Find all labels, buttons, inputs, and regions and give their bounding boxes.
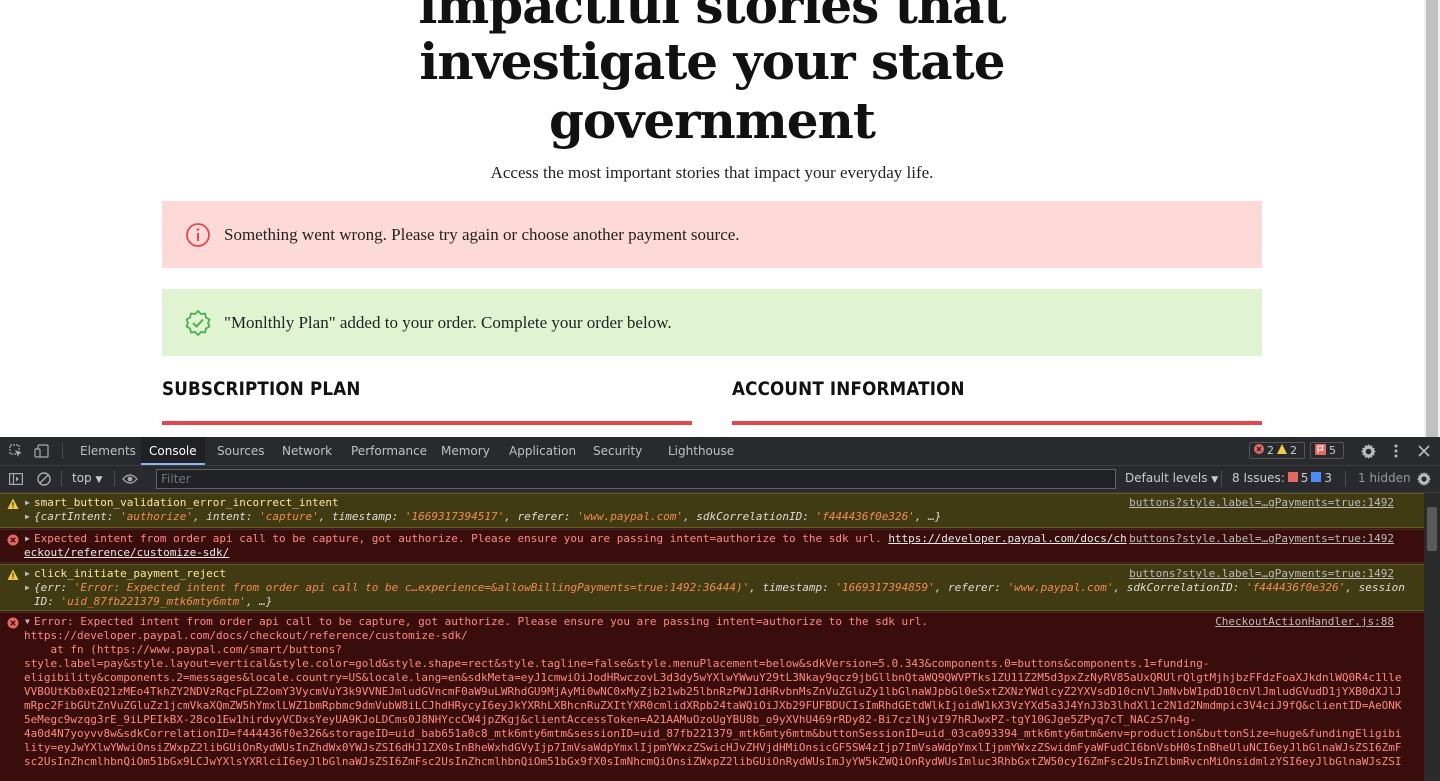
warning-object-preview[interactable]: {err: 'Error: Expected intent from order… [34,581,1405,595]
tab-network[interactable]: Network [274,437,340,465]
alert-circle-icon [184,221,212,249]
hero-title-line-1: impactful stories that [418,0,1006,35]
success-alert: "Monlthly Plan" added to your order. Com… [162,289,1262,356]
error-icon [1254,444,1264,457]
issue-count: 5 [1329,444,1336,457]
warning-object-preview[interactable]: {cartIntent: 'authorize', intent: 'captu… [34,510,941,524]
issues-label: 8 Issues: [1232,471,1285,485]
console-filter-input[interactable] [156,469,1116,489]
verified-badge-icon [184,309,212,337]
issue-info-icon [1311,471,1322,485]
sidebar-toggle-icon[interactable] [8,471,24,487]
log-levels-label: Default levels [1125,471,1208,485]
error-icon [7,617,19,629]
error-warning-counter[interactable]: 2 2 [1249,442,1305,459]
tab-console[interactable]: Console [141,437,205,465]
expand-triangle-icon[interactable]: ▶ [25,569,30,578]
issue-error-flag-icon [1287,471,1298,485]
stack-line[interactable]: 4a0d4N7yoyvv8w&sdkCorrelationID=f444436f… [24,727,1402,741]
message-source-link[interactable]: buttons?style.label=…gPayments=true:1492 [1129,567,1394,580]
tab-performance[interactable]: Performance [343,437,435,465]
web-page: impactful stories that investigate your … [0,0,1424,437]
error-message-link-continued[interactable]: eckout/reference/customize-sdk/ [24,546,229,560]
tab-lighthouse[interactable]: Lighthouse [660,437,742,465]
console-error-message[interactable]: ▶ Expected intent from order api call to… [0,529,1424,563]
console-scrollbar[interactable] [1424,493,1440,781]
issue-flag-icon [1315,443,1326,458]
error-alert: Something went wrong. Please try again o… [162,201,1262,268]
stack-line[interactable]: VVBOUtKb0xEQ21zMEo4TkhZY2NDVzRqcFpLZ2omY… [24,685,1402,699]
stack-line: at fn (https://www.paypal.com/smart/butt… [24,643,342,656]
clear-console-icon[interactable] [36,471,52,487]
hidden-messages-count: 1 hidden [1358,471,1411,485]
stack-line[interactable]: mRpc2FibGUtZnVuZGluZz1jcmVkaXQmZW5hYmxlL… [24,699,1402,713]
device-toolbar-icon[interactable] [34,443,50,459]
error-alert-text: Something went wrong. Please try again o… [224,224,740,244]
warning-count: 2 [1290,444,1297,457]
stack-line[interactable]: eligibility&components.2=messages&locale… [24,671,1402,685]
settings-gear-icon[interactable] [1360,443,1376,459]
hero-subtitle: Access the most important stories that i… [490,163,934,182]
hero-title-line-2: investigate your state [419,32,1005,91]
hero-title-line-3: government [548,91,876,150]
warning-title: smart_button_validation_error_incorrect_… [34,496,339,509]
docs-link[interactable]: https://developer.paypal.com/docs/ch [888,532,1126,545]
subscription-plan-underline [162,421,692,425]
console-warning-message[interactable]: ▶ click_initiate_payment_reject buttons?… [0,564,1424,611]
success-alert-text: "Monlthly Plan" added to your order. Com… [224,312,672,332]
issues-button[interactable]: 8 Issues: 5 3 [1232,471,1332,485]
chevron-down-icon: ▼ [1211,475,1219,485]
tab-memory[interactable]: Memory [433,437,498,465]
more-options-icon[interactable] [1388,443,1404,459]
inspect-element-icon[interactable] [8,443,24,459]
console-messages: ▶ smart_button_validation_error_incorrec… [0,493,1424,781]
error-icon [7,534,19,546]
warning-icon [7,569,19,581]
context-selector[interactable]: top ▼ [72,471,102,485]
tab-security[interactable]: Security [585,437,650,465]
message-source-link[interactable]: CheckoutActionHandler.js:88 [1215,615,1394,628]
chevron-down-icon: ▼ [95,475,103,485]
stack-line[interactable]: sc2UsInZhcmlhbnQiOm51bGx9LCJwYXlsYXRlciI… [24,755,1402,769]
context-selector-value: top [72,471,92,485]
log-levels-dropdown[interactable]: Default levels ▼ [1125,471,1218,485]
error-message-text: Expected intent from order api call to b… [34,532,1127,545]
stack-line[interactable]: lity=eyJwYXlwYWwiOnsiZWxpZ2libGUiOnRydWU… [24,741,1402,755]
issues-info-count: 3 [1324,471,1333,485]
collapse-triangle-icon[interactable]: ▼ [25,617,30,626]
tab-application[interactable]: Application [501,437,584,465]
stack-line[interactable]: style.label=pay&style.layout=vertical&st… [24,657,1209,671]
live-expression-eye-icon[interactable] [122,471,138,487]
expand-triangle-icon[interactable]: ▶ [25,534,30,543]
account-information-heading: ACCOUNT INFORMATION [732,378,965,400]
warning-icon [7,498,19,510]
tab-elements[interactable]: Elements [72,437,144,465]
warning-icon [1277,444,1287,457]
stack-line[interactable]: 5eMegc9wzqg3rE_9iLPEIkBX-28co1Ew1hirdvyV… [24,713,1196,727]
console-error-stack-message[interactable]: ▼ CheckoutActionHandler.js:88 Error: Exp… [0,612,1424,781]
tab-sources[interactable]: Sources [209,437,272,465]
devtools-panel: Elements Console Sources Network Perform… [0,437,1440,781]
message-source-link[interactable]: buttons?style.label=…gPayments=true:1492 [1129,532,1394,545]
account-information-underline [732,421,1262,425]
page-scrollbar[interactable] [1424,0,1440,437]
tab-divider [62,443,63,459]
issues-counter[interactable]: 5 [1310,442,1344,459]
error-count: 2 [1267,444,1274,457]
stack-line[interactable]: https://developer.paypal.com/docs/checko… [24,629,468,643]
console-toolbar: top ▼ Default levels ▼ 8 Issues: 5 3 1 h… [0,466,1440,493]
close-devtools-icon[interactable] [1416,443,1432,459]
stack-line: Error: Expected intent from order api ca… [34,615,929,628]
warning-title: click_initiate_payment_reject [34,567,227,580]
console-warning-message[interactable]: ▶ smart_button_validation_error_incorrec… [0,493,1424,528]
expand-triangle-icon[interactable]: ▶ [25,512,30,521]
issues-error-count: 5 [1300,471,1309,485]
console-settings-gear-icon[interactable] [1416,471,1432,487]
devtools-tab-bar: Elements Console Sources Network Perform… [0,437,1440,466]
expand-triangle-icon[interactable]: ▶ [25,583,30,592]
warning-object-preview-continued: ID: 'uid_87fb221379_mtk6mty6mtm', …} [34,595,273,608]
subscription-plan-heading: SUBSCRIPTION PLAN [162,378,361,400]
expand-triangle-icon[interactable]: ▶ [25,498,30,507]
message-source-link[interactable]: buttons?style.label=…gPayments=true:1492 [1129,496,1394,509]
